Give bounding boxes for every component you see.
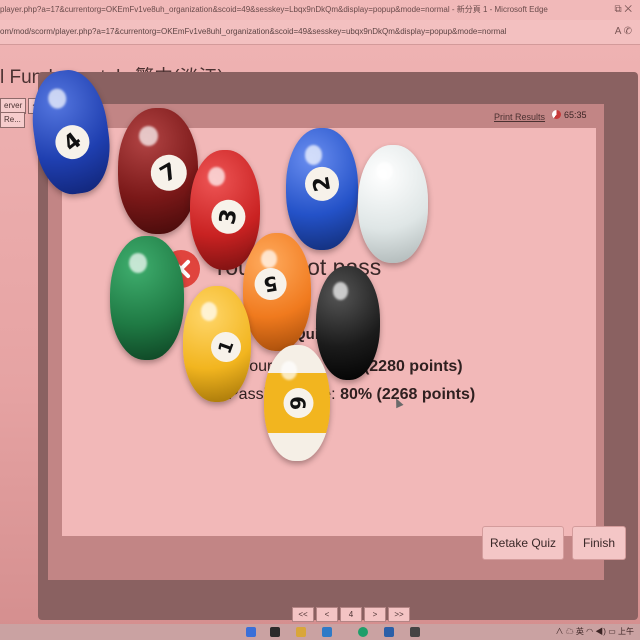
pager-first-button[interactable]: <<: [292, 607, 314, 622]
retake-quiz-button[interactable]: Retake Quiz: [482, 526, 564, 560]
tray-icons[interactable]: ∧ ☁ 英 ◠ ◀) ▭: [555, 627, 615, 636]
pool-ball-1: 1: [183, 286, 251, 402]
window-title: player.php?a=17&currentorg=OKEmFv1ve8uh_…: [0, 5, 548, 14]
pager-last-button[interactable]: >>: [388, 607, 410, 622]
finish-button[interactable]: Finish: [572, 526, 626, 560]
print-results-link[interactable]: Print Results: [494, 112, 545, 122]
ball-number: 2: [302, 164, 342, 204]
address-bar[interactable]: om/mod/scorm/player.php?a=17&currentorg=…: [0, 20, 640, 45]
read-aloud-icon[interactable]: A ✆: [615, 20, 632, 44]
ball-number: 3: [208, 197, 249, 237]
cue-ball: [358, 145, 428, 263]
taskbar-edge-icon[interactable]: [358, 627, 368, 637]
taskbar-app-icon[interactable]: [410, 627, 420, 637]
taskbar-app-icon[interactable]: [246, 627, 256, 637]
ball-number: 5: [252, 265, 290, 303]
ball-number: 9: [283, 388, 314, 418]
pool-ball-green: [110, 236, 184, 360]
window-controls[interactable]: ⧉ ✕: [614, 0, 632, 20]
pager-next-button[interactable]: >: [364, 607, 386, 622]
ball-number: 7: [144, 148, 194, 198]
pool-ball-2: 2: [286, 128, 358, 250]
taskbar-app-icon[interactable]: [270, 627, 280, 637]
taskbar-app-icon[interactable]: [384, 627, 394, 637]
browser-title-bar: player.php?a=17&currentorg=OKEmFv1ve8uh_…: [0, 0, 640, 20]
pool-ball-9: 9: [264, 345, 330, 461]
pager: << <4 > >>: [292, 607, 412, 622]
address-url[interactable]: om/mod/scorm/player.php?a=17&currentorg=…: [0, 27, 507, 36]
pool-ball-5: 5: [243, 233, 311, 351]
clock-icon: [552, 110, 561, 119]
taskbar-folder-icon[interactable]: [296, 627, 306, 637]
pool-ball-8: [316, 266, 380, 380]
timer-value: 65:35: [564, 110, 587, 120]
pager-prev-button[interactable]: <: [316, 607, 338, 622]
pager-current-page[interactable]: 4: [340, 607, 362, 622]
taskbar-app-icon[interactable]: [322, 627, 332, 637]
ball-number: 4: [48, 118, 97, 166]
passing-value: 80% (2268 points): [340, 386, 476, 403]
tray-time: 上午: [618, 627, 634, 636]
return-button[interactable]: Re...: [0, 112, 25, 128]
pool-ball-7: 7: [118, 108, 198, 234]
photo-of-monitor: player.php?a=17&currentorg=OKEmFv1ve8uh_…: [0, 0, 640, 640]
timer: 65:35: [552, 110, 587, 120]
ball-number: 1: [206, 327, 246, 367]
taskbar: [0, 624, 640, 640]
system-tray[interactable]: ∧ ☁ 英 ◠ ◀) ▭ 上午: [555, 626, 634, 637]
